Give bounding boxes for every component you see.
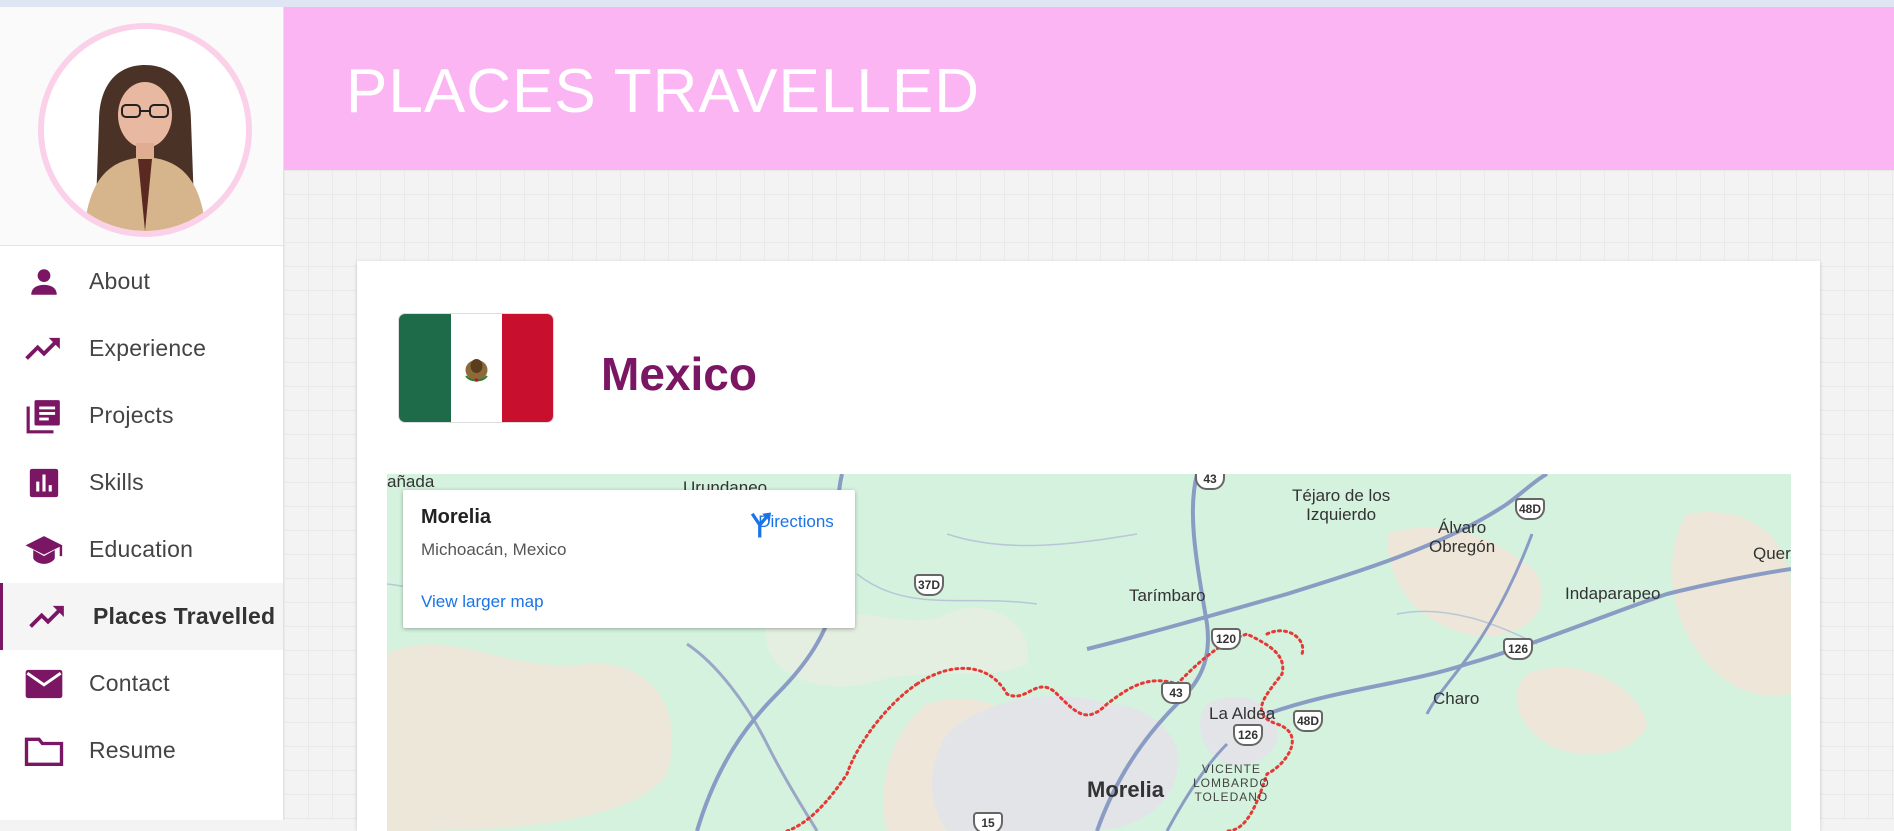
map-label: Quer — [1753, 544, 1791, 563]
highway-shield: 48D — [1515, 498, 1545, 520]
trending-up-icon — [28, 597, 68, 637]
sidebar-item-label: Contact — [89, 670, 170, 696]
page-header: PLACES TRAVELLED — [284, 7, 1894, 170]
sidebar-item-label: Education — [89, 536, 194, 562]
map-label: añada — [387, 474, 435, 491]
sidebar-item-label: Skills — [89, 469, 144, 495]
embedded-map[interactable]: añada Urundaneo Téjaro de los Izquierdo … — [387, 474, 1791, 831]
highway-shield: 126 — [1233, 724, 1263, 746]
highway-shield: 43 — [1161, 682, 1191, 704]
highway-shield: 120 — [1211, 628, 1241, 650]
sidebar-item-projects[interactable]: Projects — [0, 382, 283, 449]
sidebar-item-label: About — [89, 268, 151, 294]
map-place-card: Morelia Michoacán, Mexico Directions Vie… — [403, 490, 855, 628]
person-icon — [24, 262, 64, 302]
sidebar: About Experience Projects Skills Educati… — [0, 7, 284, 820]
map-label-city: Morelia — [1087, 777, 1165, 802]
place-address: Michoacán, Mexico — [421, 540, 567, 559]
sidebar-item-contact[interactable]: Contact — [0, 650, 283, 717]
highway-shield: 15 — [973, 812, 1003, 831]
article-stack-icon — [24, 396, 64, 436]
main-content: Mexico añada Urundaneo Téjaro de los Izq… — [284, 170, 1894, 831]
country-name: Mexico — [601, 348, 757, 400]
sidebar-item-label: Experience — [89, 335, 207, 361]
sidebar-item-experience[interactable]: Experience — [0, 315, 283, 382]
folder-icon — [24, 731, 64, 771]
highway-shield: 126 — [1503, 638, 1533, 660]
directions-button[interactable]: Directions — [746, 510, 846, 538]
sidebar-nav: About Experience Projects Skills Educati… — [0, 248, 283, 784]
map-label: Álvaro Obregón — [1429, 518, 1496, 556]
trending-up-icon — [24, 329, 64, 369]
highway-shield: 48D — [1293, 710, 1323, 732]
sidebar-item-label: Projects — [89, 402, 174, 428]
map-label: Charo — [1433, 689, 1480, 708]
map-label: VICENTE LOMBARDO TOLEDANO — [1193, 762, 1270, 804]
sidebar-item-label: Resume — [89, 737, 176, 763]
bar-chart-icon — [24, 463, 64, 503]
highway-shield: 37D — [914, 574, 944, 596]
sidebar-item-label: Places Travelled — [93, 603, 276, 629]
map-label: La Aldea — [1209, 704, 1276, 723]
profile-section — [0, 7, 283, 246]
country-card: Mexico añada Urundaneo Téjaro de los Izq… — [357, 261, 1820, 831]
map-label: Tarímbaro — [1129, 586, 1206, 605]
page-title: PLACES TRAVELLED — [346, 57, 980, 126]
place-name: Morelia — [421, 506, 492, 528]
view-larger-map-link[interactable]: View larger map — [421, 592, 544, 612]
mexico-flag-icon — [399, 314, 553, 422]
sidebar-item-resume[interactable]: Resume — [0, 717, 283, 784]
avatar — [38, 23, 252, 237]
graduation-cap-icon — [24, 530, 64, 570]
sidebar-item-skills[interactable]: Skills — [0, 449, 283, 516]
sidebar-item-places-travelled[interactable]: Places Travelled — [0, 583, 283, 650]
map-label: Téjaro de los Izquierdo — [1292, 486, 1391, 524]
map-label: Indaparapeo — [1565, 584, 1661, 603]
mail-icon — [24, 664, 64, 704]
sidebar-item-education[interactable]: Education — [0, 516, 283, 583]
sidebar-item-about[interactable]: About — [0, 248, 283, 315]
